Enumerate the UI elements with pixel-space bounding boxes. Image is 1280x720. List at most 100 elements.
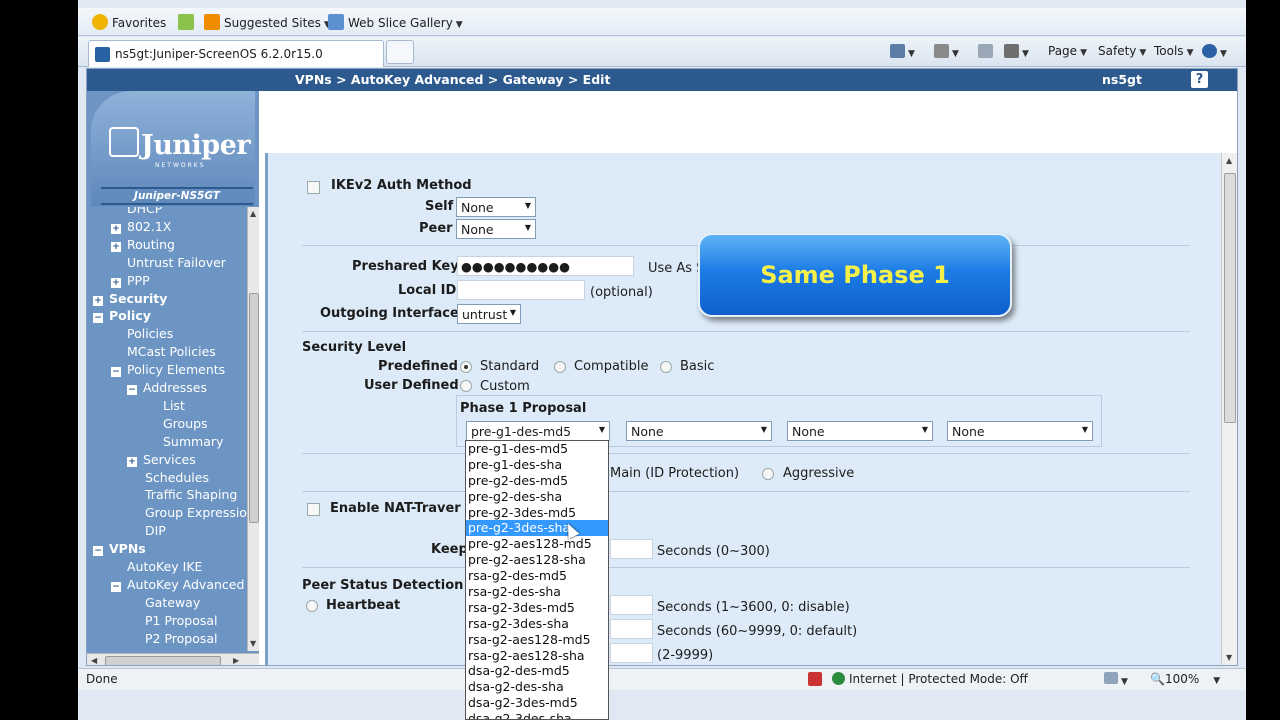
protected-mode-button[interactable]: ▼ xyxy=(1104,672,1128,687)
ikev2-checkbox[interactable] xyxy=(307,181,320,194)
dropdown-option[interactable]: pre-g2-aes128-md5 xyxy=(466,536,608,552)
collapse-icon[interactable]: − xyxy=(93,313,103,324)
nav-item-policy-elements[interactable]: − Policy Elements xyxy=(111,362,225,379)
nav-item-dip[interactable]: DIP xyxy=(145,523,166,540)
basic-radio[interactable] xyxy=(660,361,672,373)
scroll-down-icon[interactable]: ▼ xyxy=(1226,653,1232,662)
heartbeat-radio[interactable] xyxy=(306,600,318,612)
nav-item-routing[interactable]: + Routing xyxy=(111,237,175,254)
scroll-left-icon[interactable]: ◀ xyxy=(91,656,97,665)
dropdown-option[interactable]: dsa-g2-3des-md5 xyxy=(466,695,608,711)
scroll-down-icon[interactable]: ▼ xyxy=(250,639,256,648)
peer-select[interactable]: None ▼ xyxy=(456,219,536,239)
dropdown-option[interactable]: pre-g1-des-md5 xyxy=(466,441,608,457)
nav-item-802-1x[interactable]: +802.1X xyxy=(111,219,171,236)
nav-item-vpns[interactable]: − VPNs xyxy=(93,541,146,558)
nav-scroll-thumb[interactable] xyxy=(249,293,259,523)
scroll-up-icon[interactable]: ▲ xyxy=(250,209,256,218)
nav-item-p1-proposal[interactable]: P1 Proposal xyxy=(145,613,218,630)
collapse-icon[interactable]: − xyxy=(111,367,121,378)
nav-item-list[interactable]: List xyxy=(163,398,185,415)
nav-item-autokey-advanced[interactable]: − AutoKey Advanced xyxy=(111,577,244,594)
dropdown-option[interactable]: dsa-g2-des-md5 xyxy=(466,663,608,679)
heartbeat-reconnect-input[interactable] xyxy=(610,619,653,639)
dropdown-option[interactable]: rsa-g2-des-sha xyxy=(466,584,608,600)
nav-item-policy[interactable]: − Policy xyxy=(93,308,151,325)
home-button[interactable]: ▼ xyxy=(890,44,915,59)
feeds-button[interactable]: ▼ xyxy=(934,44,959,59)
dropdown-option[interactable]: dsa-g2-3des-sha xyxy=(466,711,608,719)
dropdown-option[interactable]: pre-g2-des-sha xyxy=(466,489,608,505)
nav-hscroll-thumb[interactable] xyxy=(105,656,221,665)
nav-item-security[interactable]: + Security xyxy=(93,291,167,308)
nav-item-ppp[interactable]: + PPP xyxy=(111,273,150,290)
proposal-2-select[interactable]: None ▼ xyxy=(626,421,772,441)
nav-item-summary[interactable]: Summary xyxy=(163,434,223,451)
nav-item-traffic-shaping[interactable]: Traffic Shaping xyxy=(145,487,237,504)
heartbeat-threshold-input[interactable] xyxy=(610,643,653,663)
print-button[interactable]: ▼ xyxy=(1004,44,1029,59)
read-mail-button[interactable] xyxy=(978,44,993,59)
keepalive-input[interactable] xyxy=(610,539,653,559)
collapse-icon[interactable]: − xyxy=(93,546,103,557)
dropdown-option[interactable]: rsa-g2-3des-sha xyxy=(466,616,608,632)
nav-item-dhcp[interactable]: DHCP xyxy=(127,207,162,218)
proposal-1-select[interactable]: pre-g1-des-md5 ▼ xyxy=(466,421,610,441)
local-id-input[interactable] xyxy=(457,280,585,300)
dropdown-option[interactable]: dsa-g2-des-sha xyxy=(466,679,608,695)
dropdown-option[interactable]: pre-g1-des-sha xyxy=(466,457,608,473)
nav-item-schedules[interactable]: Schedules xyxy=(145,470,209,487)
dropdown-option[interactable]: rsa-g2-des-md5 xyxy=(466,568,608,584)
proposal-4-select[interactable]: None ▼ xyxy=(947,421,1093,441)
dropdown-option[interactable]: rsa-g2-3des-md5 xyxy=(466,600,608,616)
help-button[interactable]: ? xyxy=(1191,71,1208,88)
preshared-key-input[interactable]: ●●●●●●●●●● xyxy=(457,256,634,276)
dropdown-option[interactable]: pre-g2-3des-md5 xyxy=(466,505,608,521)
safety-menu[interactable]: Safety ▼ xyxy=(1098,44,1146,58)
zoom-button[interactable]: 🔍100% ▼ xyxy=(1150,672,1220,686)
compatible-radio[interactable] xyxy=(554,361,566,373)
favorites-button[interactable]: Favorites xyxy=(92,14,166,30)
expand-icon[interactable]: + xyxy=(111,241,121,252)
dropdown-option[interactable]: pre-g2-aes128-sha xyxy=(466,552,608,568)
nat-traversal-checkbox[interactable] xyxy=(307,503,320,516)
nav-item-p2-proposal[interactable]: P2 Proposal xyxy=(145,631,218,648)
nav-item-services[interactable]: + Services xyxy=(127,452,196,469)
scroll-up-icon[interactable]: ▲ xyxy=(1226,156,1232,165)
expand-icon[interactable]: + xyxy=(111,277,121,288)
expand-icon[interactable]: + xyxy=(127,456,137,467)
main-scroll-thumb[interactable] xyxy=(1224,173,1236,423)
heartbeat-hello-input[interactable] xyxy=(610,595,653,615)
dropdown-option[interactable]: rsa-g2-aes128-md5 xyxy=(466,632,608,648)
security-zone[interactable]: Internet | Protected Mode: Off xyxy=(832,672,1028,686)
nav-item-group-expression[interactable]: Group Expression xyxy=(145,505,247,522)
proposal-3-select[interactable]: None ▼ xyxy=(787,421,933,441)
outgoing-interface-select[interactable]: untrust ▼ xyxy=(457,304,521,324)
nav-vertical-scrollbar[interactable]: ▲ ▼ xyxy=(247,207,259,651)
nav-item-gateway[interactable]: Gateway xyxy=(145,595,200,612)
collapse-icon[interactable]: − xyxy=(127,385,137,395)
nav-item-autokey-ike[interactable]: AutoKey IKE xyxy=(127,559,202,576)
nav-horizontal-scrollbar[interactable]: ◀ ▶ xyxy=(87,653,259,665)
dropdown-option[interactable]: pre-g2-3des-sha xyxy=(466,520,608,537)
expand-icon[interactable]: + xyxy=(111,223,121,234)
dropdown-option[interactable]: rsa-g2-aes128-sha xyxy=(466,648,608,664)
collapse-icon[interactable]: − xyxy=(111,581,121,592)
page-menu[interactable]: Page ▼ xyxy=(1048,44,1087,58)
help-menu[interactable]: ▼ xyxy=(1202,44,1227,59)
nav-item-untrust-failover[interactable]: Untrust Failover xyxy=(127,255,226,272)
tools-menu[interactable]: Tools ▼ xyxy=(1154,44,1193,58)
main-vertical-scrollbar[interactable]: ▲ ▼ xyxy=(1221,153,1237,665)
nav-item-policies[interactable]: Policies xyxy=(127,326,173,343)
expand-icon[interactable]: + xyxy=(93,295,103,306)
custom-radio[interactable] xyxy=(460,380,472,392)
web-slice-gallery-button[interactable]: Web Slice Gallery ▼ xyxy=(328,14,463,30)
dropdown-option[interactable]: pre-g2-des-md5 xyxy=(466,473,608,489)
aggressive-radio[interactable] xyxy=(762,468,774,480)
add-favorite-button[interactable] xyxy=(178,14,198,30)
standard-radio[interactable] xyxy=(460,361,472,373)
popup-blocked-icon[interactable] xyxy=(808,672,822,689)
scroll-right-icon[interactable]: ▶ xyxy=(233,656,239,665)
nav-item-groups[interactable]: Groups xyxy=(163,416,208,433)
proposal-dropdown-list[interactable]: pre-g1-des-md5 pre-g1-des-sha pre-g2-des-m… xyxy=(465,440,609,720)
